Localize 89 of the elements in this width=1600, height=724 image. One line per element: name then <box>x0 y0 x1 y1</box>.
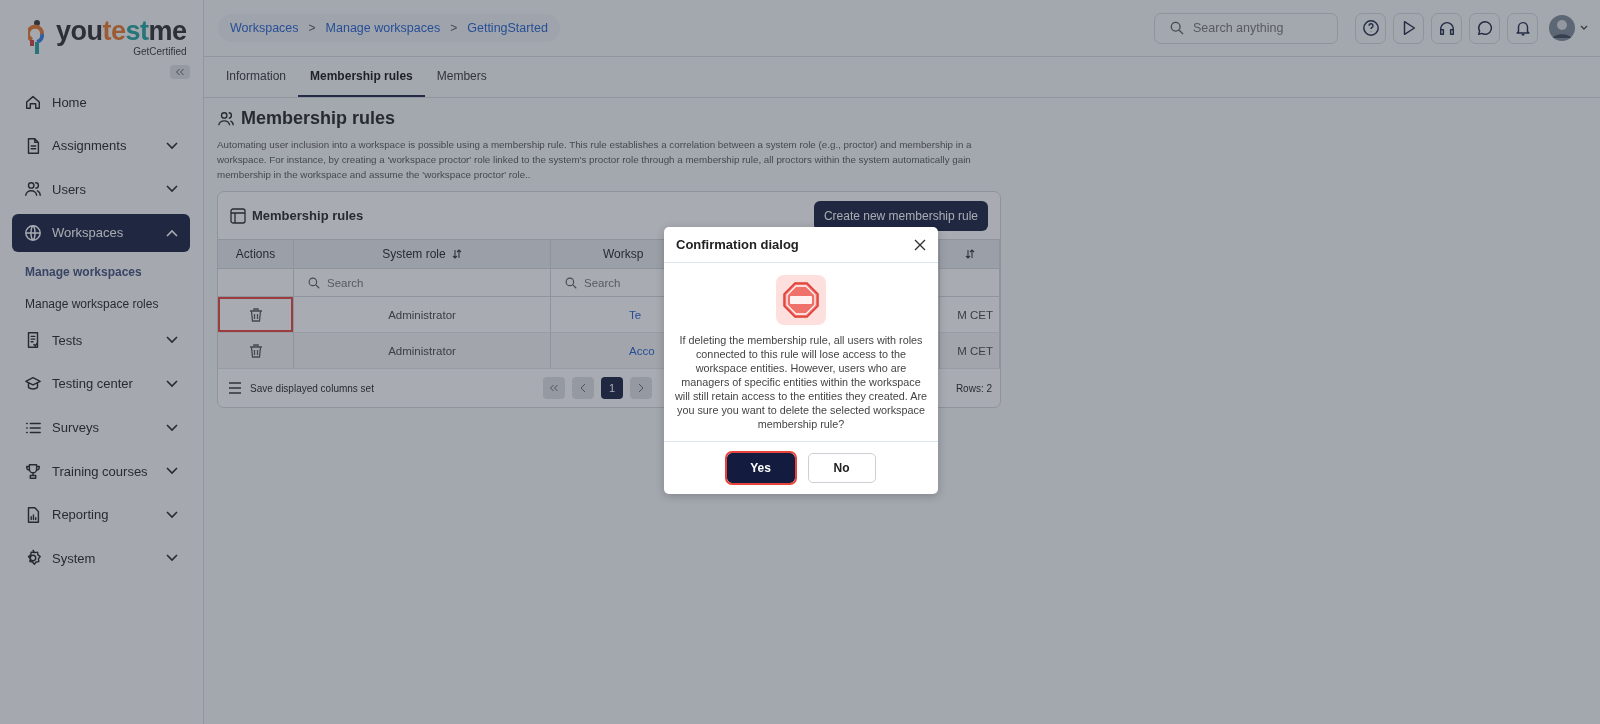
page-description: Automating user inclusion into a workspace is possible using a membership rule. This rule establishes a correlation between a system role (e.g., proctor) and membership in a workspace. For instance, by creating a 'workspace proctor' role linked to the system's proctor role through a membership rule, all proctors within the system automatically gain membership in the workspace and assume the 'workspace proctor' role.. <box>217 138 973 182</box>
close-icon <box>914 238 926 251</box>
search-field[interactable]: Search anything <box>1154 12 1338 44</box>
chevron-icon <box>166 554 178 563</box>
workspace-link[interactable]: Acco <box>629 344 655 357</box>
double-chevron-icon <box>549 384 559 392</box>
column-label: Actions <box>235 247 276 261</box>
nav-item[interactable]: Workspaces <box>12 213 190 252</box>
nav-item[interactable]: Home <box>12 83 190 121</box>
chevron-icon <box>166 141 178 150</box>
sort-icon[interactable] <box>964 249 975 259</box>
trash-icon <box>247 342 264 359</box>
delete-button[interactable] <box>218 297 293 332</box>
chevron-icon <box>580 383 586 393</box>
card-title: Membership rules <box>252 208 364 223</box>
search-icon <box>565 276 577 289</box>
sort-icon[interactable] <box>451 249 462 259</box>
chevron-icon <box>166 379 178 388</box>
dialog-title: Confirmation dialog <box>676 237 799 252</box>
headphones-button[interactable] <box>1431 12 1462 44</box>
nav-subitem[interactable]: Manage workspace roles <box>12 289 190 320</box>
users-icon <box>217 109 235 128</box>
create-rule-button[interactable]: Create new membership rule <box>813 200 988 231</box>
tab[interactable]: Information <box>214 57 299 97</box>
bell-button[interactable] <box>1507 12 1538 44</box>
cancel-button[interactable]: No <box>807 453 876 483</box>
nav-item[interactable]: Training courses <box>12 452 190 491</box>
tab[interactable]: Members <box>424 57 499 97</box>
table-icon <box>230 207 246 224</box>
search-icon <box>308 276 320 289</box>
table-cell: M CET <box>957 308 993 321</box>
trash-icon <box>247 306 264 323</box>
nav-icon <box>24 93 42 111</box>
nav-icon <box>24 462 42 481</box>
nav-icon <box>24 374 42 393</box>
nav-item[interactable]: Reporting <box>12 495 190 534</box>
dialog-message: If deleting the membership rule, all users with roles connected to this rule will lose access to the workspace entities. However, users who are managers of specific entities within the workspace will still retain access to the entities they created. Are you sure you want to delete the selected workspace membership rule? <box>674 333 928 431</box>
tab[interactable]: Membership rules <box>298 57 425 97</box>
filter-field[interactable]: Search <box>325 275 419 290</box>
page-title: Membership rules <box>241 108 396 129</box>
nav-item[interactable]: Surveys <box>12 408 190 447</box>
chevron-icon <box>166 467 178 476</box>
breadcrumb-link[interactable]: Workspaces <box>230 21 299 35</box>
nav-item[interactable]: Assignments <box>12 126 190 165</box>
headphones-icon <box>1437 19 1456 37</box>
rows-count: Rows: 2 <box>955 382 992 394</box>
help-icon <box>1361 19 1380 37</box>
chevron-icon <box>166 510 178 519</box>
column-label: Worksp <box>603 247 644 261</box>
table-cell: Administrator <box>388 308 456 321</box>
breadcrumb-separator: > <box>308 21 316 35</box>
filter-field[interactable]: Search <box>582 275 676 290</box>
table-cell: Administrator <box>388 344 456 357</box>
confirm-button[interactable]: Yes <box>726 453 795 483</box>
logo-text: youtestme <box>56 18 187 45</box>
chevron-icon <box>166 228 178 237</box>
double-chevron-icon <box>175 68 185 76</box>
table-cell: M CET <box>957 344 993 357</box>
breadcrumb-link[interactable]: GettingStarted <box>467 21 548 35</box>
chevron-icon <box>166 423 178 432</box>
chevron-icon <box>166 185 178 194</box>
nav-subitem[interactable]: Manage workspaces <box>12 257 190 288</box>
nav-item[interactable]: Testing center <box>12 364 190 403</box>
logo-tagline: GetCertified <box>133 46 187 57</box>
column-header[interactable]: System role <box>294 240 551 269</box>
nav-icon <box>24 223 42 242</box>
column-header[interactable]: Actions <box>218 240 294 269</box>
play-button[interactable] <box>1393 12 1424 44</box>
page-button[interactable]: 1 <box>601 377 623 399</box>
breadcrumb-separator: > <box>450 21 458 35</box>
chat-icon <box>1475 19 1494 37</box>
search-icon <box>1170 20 1184 35</box>
breadcrumb-link[interactable]: Manage workspaces <box>325 21 441 35</box>
avatar-icon[interactable] <box>1549 15 1575 41</box>
save-columns-link[interactable]: Save displayed columns set <box>250 382 374 394</box>
column-label: System role <box>382 247 446 261</box>
stop-sign-icon <box>776 275 826 325</box>
nav-item[interactable]: Tests <box>12 321 190 360</box>
chat-button[interactable] <box>1469 12 1500 44</box>
menu-icon[interactable] <box>228 382 242 394</box>
nav-icon <box>24 180 42 199</box>
chevron-icon <box>638 383 644 393</box>
help-button[interactable] <box>1355 12 1386 44</box>
nav-item[interactable]: System <box>12 539 190 578</box>
close-button[interactable] <box>914 238 926 251</box>
chevron-icon <box>166 336 178 345</box>
workspace-link[interactable]: Te <box>629 308 642 321</box>
caret-icon[interactable] <box>1580 25 1588 31</box>
nav-item[interactable]: Users <box>12 170 190 209</box>
